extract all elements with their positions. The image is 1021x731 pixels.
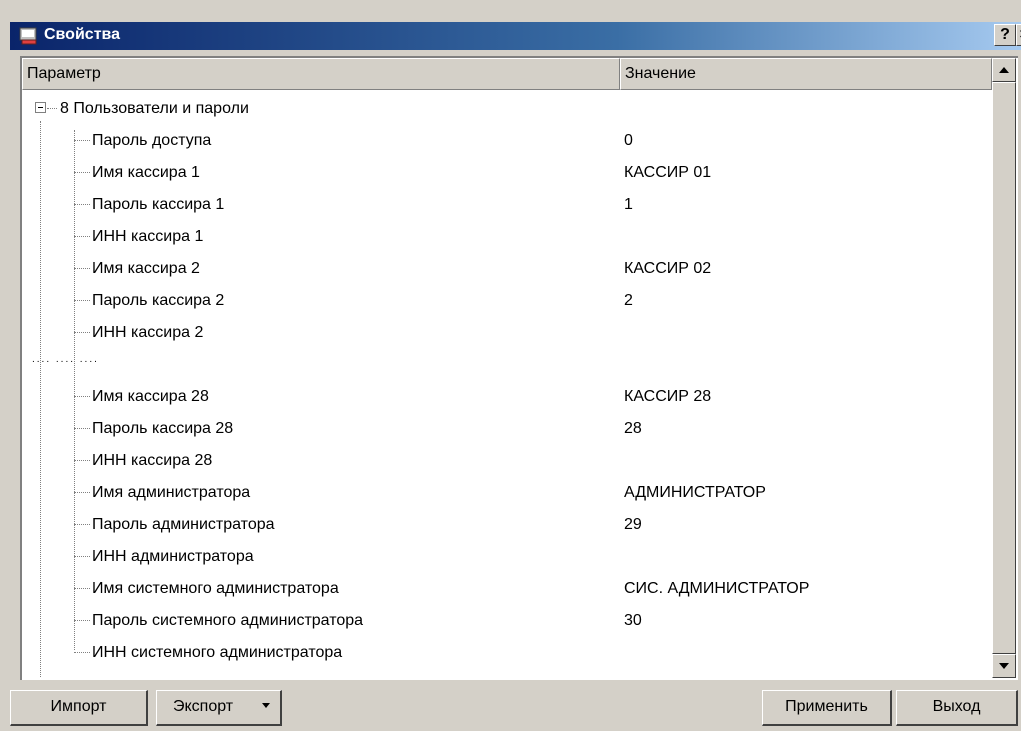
collapse-icon[interactable] (35, 102, 46, 113)
param-name: Имя кассира 28 (92, 388, 209, 405)
param-name: Пароль администратора (92, 516, 275, 533)
column-header-value[interactable]: Значение (620, 58, 992, 90)
group-row[interactable]: 8 Пользователи и пароли (22, 94, 992, 126)
vertical-scrollbar[interactable] (992, 58, 1016, 678)
column-header-param[interactable]: Параметр (22, 58, 620, 90)
ellipsis-text: .... .... .... (32, 354, 99, 365)
window-app-icon (19, 27, 37, 45)
help-button[interactable]: ? (994, 24, 1016, 46)
export-button[interactable]: Экспорт (156, 690, 282, 726)
table-row[interactable]: ИНН кассира 28 (22, 446, 992, 478)
param-name: Пароль системного администратора (92, 612, 364, 629)
param-value: 1 (624, 196, 633, 213)
table-row[interactable]: Пароль доступа 0 (22, 126, 992, 158)
param-name: ИНН кассира 28 (92, 452, 213, 469)
properties-window: Свойства ? × Параметр Значение 8 Пользов… (0, 0, 1021, 731)
param-name: ИНН кассира 1 (92, 228, 204, 245)
param-name: Пароль кассира 2 (92, 292, 225, 309)
arrow-up-icon (999, 67, 1009, 73)
param-name: Имя системного администратора (92, 580, 339, 597)
table-row[interactable]: Имя администратора АДМИНИСТРАТОР (22, 478, 992, 510)
export-button-label: Экспорт (173, 698, 234, 715)
param-value: АДМИНИСТРАТОР (624, 484, 766, 501)
table-row[interactable]: Пароль кассира 1 1 (22, 190, 992, 222)
param-value: 30 (624, 612, 642, 629)
param-value: 2 (624, 292, 633, 309)
param-name: ИНН кассира 2 (92, 324, 204, 341)
param-value: КАССИР 02 (624, 260, 712, 277)
table-row[interactable]: Пароль системного администратора 30 (22, 606, 992, 638)
table-row[interactable]: ИНН администратора (22, 542, 992, 574)
arrow-down-icon (999, 663, 1009, 669)
param-name: ИНН системного администратора (92, 644, 343, 661)
table-row[interactable]: Имя кассира 28 КАССИР 28 (22, 382, 992, 414)
scroll-thumb[interactable] (992, 82, 1016, 654)
caret-down-icon[interactable] (262, 703, 270, 708)
param-name: Пароль доступа (92, 132, 212, 149)
group-label: 8 Пользователи и пароли (60, 100, 249, 117)
window-title: Свойства (44, 26, 121, 43)
apply-button[interactable]: Применить (762, 690, 892, 726)
param-name: Имя кассира 1 (92, 164, 200, 181)
table-row[interactable]: Пароль администратора 29 (22, 510, 992, 542)
table-row[interactable]: ИНН кассира 2 (22, 318, 992, 350)
scroll-up-button[interactable] (992, 58, 1016, 82)
exit-button[interactable]: Выход (896, 690, 1018, 726)
table-row[interactable]: Пароль кассира 28 28 (22, 414, 992, 446)
ellipsis-row: .... .... .... (22, 350, 992, 382)
table-row[interactable]: ИНН кассира 1 (22, 222, 992, 254)
param-value: КАССИР 01 (624, 164, 712, 181)
param-value: СИС. АДМИНИСТРАТОР (624, 580, 810, 597)
table-row[interactable]: ИНН системного администратора (22, 638, 992, 670)
table-row[interactable]: Имя кассира 2 КАССИР 02 (22, 254, 992, 286)
param-name: Имя кассира 2 (92, 260, 200, 277)
param-value: 28 (624, 420, 642, 437)
param-value: 0 (624, 132, 633, 149)
table-row[interactable]: Имя системного администратора СИС. АДМИН… (22, 574, 992, 606)
button-bar: Импорт Экспорт Применить Выход (10, 684, 1021, 731)
param-name: Пароль кассира 28 (92, 420, 234, 437)
param-value: КАССИР 28 (624, 388, 712, 405)
table-row[interactable]: Пароль кассира 2 2 (22, 286, 992, 318)
scroll-down-button[interactable] (992, 654, 1016, 678)
param-name: Имя администратора (92, 484, 251, 501)
param-name: Пароль кассира 1 (92, 196, 225, 213)
param-name: ИНН администратора (92, 548, 254, 565)
table-row[interactable]: Имя кассира 1 КАССИР 01 (22, 158, 992, 190)
param-value: 29 (624, 516, 642, 533)
close-button[interactable]: × (1016, 24, 1021, 46)
properties-list[interactable]: Параметр Значение 8 Пользователи и парол… (20, 56, 1018, 680)
title-bar[interactable]: Свойства ? × (10, 22, 1021, 50)
import-button[interactable]: Импорт (10, 690, 148, 726)
